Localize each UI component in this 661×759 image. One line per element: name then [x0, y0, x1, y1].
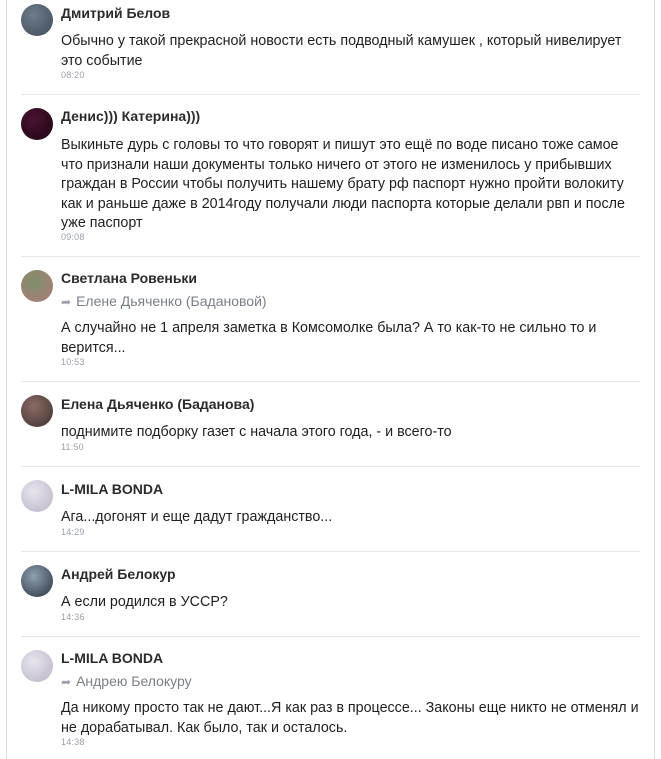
comment-text: Ага...догонят и еще дадут гражданство...: [61, 509, 333, 525]
reply-to-name[interactable]: Андрею Белокуру: [76, 673, 192, 689]
divider: [21, 636, 640, 637]
reply-to[interactable]: ➦ Елене Дьяченко (Бадановой): [61, 293, 267, 309]
avatar[interactable]: [21, 480, 53, 512]
divider: [21, 381, 640, 382]
comment-author[interactable]: Денис))) Катерина))): [61, 108, 200, 124]
comments-panel: Дмитрий Белов Обычно у такой прекрасной …: [6, 0, 655, 759]
avatar[interactable]: [21, 395, 53, 427]
avatar[interactable]: [21, 270, 53, 302]
comment-author[interactable]: L-MILA BONDA: [61, 481, 163, 497]
comment-time[interactable]: 14:38: [61, 737, 85, 747]
comment-text: Обычно у такой прекрасной новости есть п…: [61, 33, 622, 69]
avatar[interactable]: [21, 4, 53, 36]
reply-arrow-icon: ➦: [61, 675, 72, 689]
avatar[interactable]: [21, 108, 53, 140]
comment-text: Да никому просто так не дают...Я как раз…: [61, 700, 639, 736]
comment-author[interactable]: Светлана Ровеньки: [61, 270, 197, 286]
comment-text: А если родился в УССР?: [61, 594, 228, 610]
comment-text: А случайно не 1 апреля заметка в Комсомо…: [61, 320, 597, 356]
comment-text: поднимите подборку газет с начала этого …: [61, 424, 452, 440]
comment-time[interactable]: 09:08: [61, 232, 85, 242]
reply-to-name[interactable]: Елене Дьяченко (Бадановой): [76, 293, 266, 309]
divider: [21, 256, 640, 257]
comment-time[interactable]: 10:53: [61, 357, 85, 367]
divider: [21, 466, 640, 467]
divider: [21, 551, 640, 552]
comment-author[interactable]: Дмитрий Белов: [61, 5, 170, 21]
comment-time[interactable]: 14:36: [61, 612, 85, 622]
comment-time[interactable]: 11:50: [61, 442, 84, 452]
divider: [21, 94, 640, 95]
avatar[interactable]: [21, 650, 53, 682]
comment-author[interactable]: L-MILA BONDA: [61, 650, 163, 666]
comment-author[interactable]: Елена Дьяченко (Баданова): [61, 396, 254, 412]
avatar[interactable]: [21, 565, 53, 597]
comment-time[interactable]: 14:29: [61, 527, 85, 537]
comment-time[interactable]: 08:20: [61, 70, 85, 80]
comment-author[interactable]: Андрей Белокур: [61, 566, 176, 582]
reply-arrow-icon: ➦: [61, 295, 72, 309]
reply-to[interactable]: ➦ Андрею Белокуру: [61, 673, 192, 689]
comment-text: Выкиньте дурь с головы то что говорят и …: [61, 137, 625, 231]
